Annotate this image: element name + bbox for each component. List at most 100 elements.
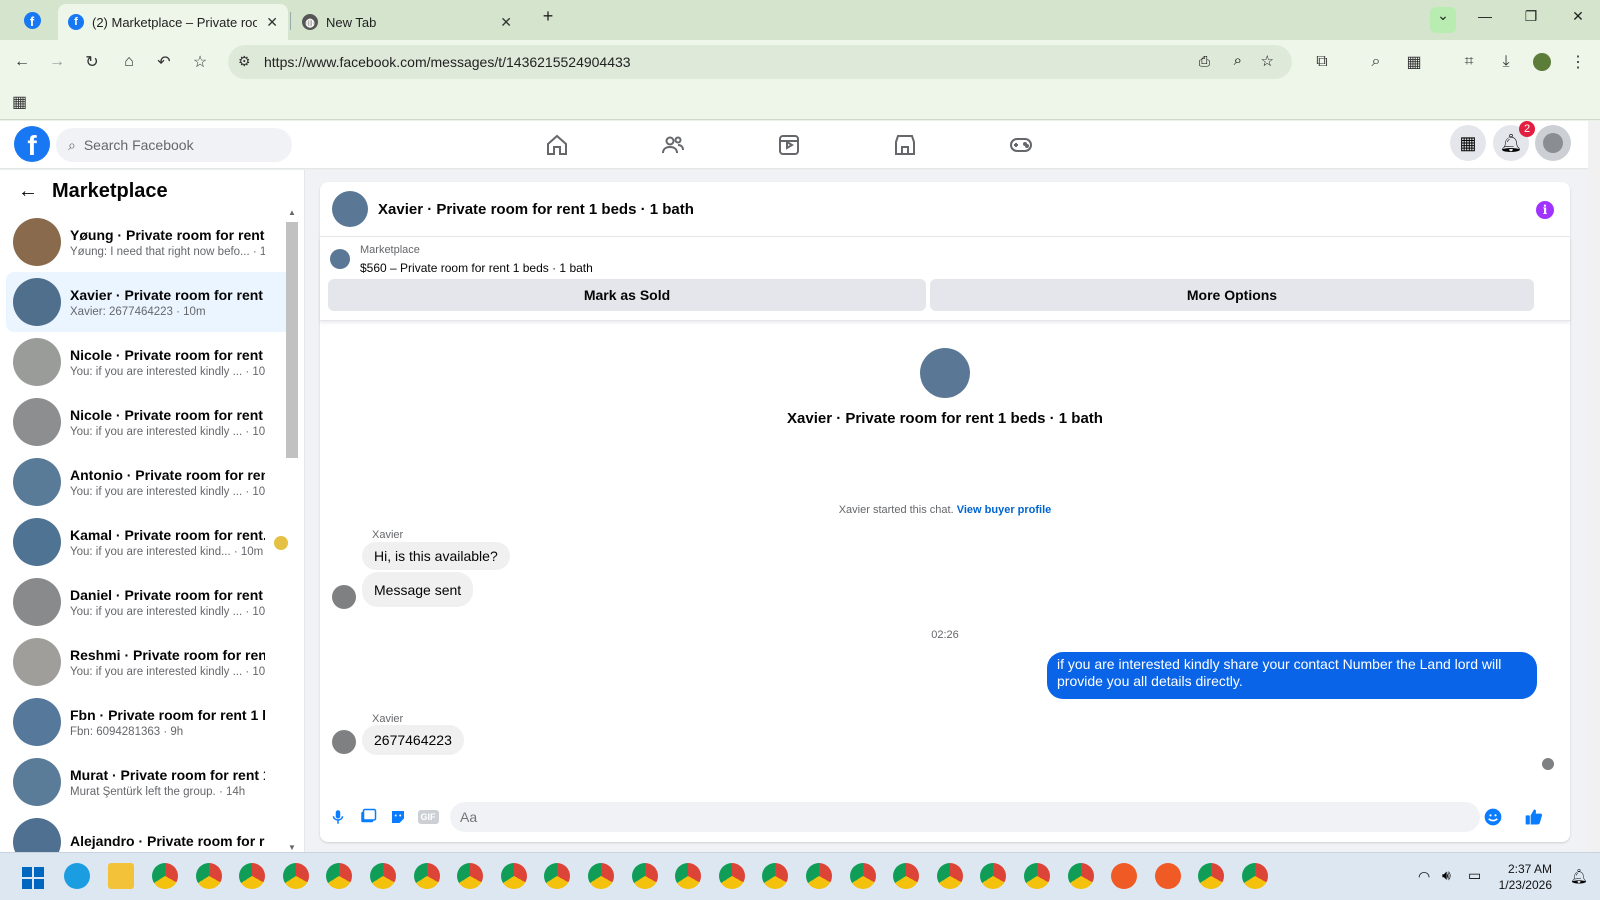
view-buyer-profile-link[interactable]: View buyer profile (957, 504, 1052, 516)
chrome-icon[interactable] (457, 863, 484, 889)
conversation-item[interactable]: Nicole · Private room for rent 1 ... You:… (6, 332, 296, 392)
avatar[interactable] (332, 730, 356, 754)
scroll-up-icon[interactable]: ▲ (288, 208, 296, 217)
my-message-bubble[interactable]: if you are interested kindly share your … (1047, 652, 1537, 699)
restore-button[interactable]: ❐ (1519, 8, 1543, 25)
avatar[interactable] (920, 348, 970, 398)
chrome-icon[interactable] (152, 863, 178, 889)
chrome-icon[interactable] (413, 863, 440, 889)
chrome-icon[interactable] (1024, 863, 1050, 889)
chrome-icon[interactable] (500, 863, 527, 889)
reload-icon[interactable]: ↻ (80, 50, 104, 74)
conversation-item[interactable]: Antonio · Private room for rent ... You: … (6, 452, 296, 512)
crop-icon[interactable]: ⌗ (1457, 50, 1481, 74)
file-explorer-icon[interactable] (108, 863, 134, 889)
chrome-icon[interactable] (980, 863, 1007, 889)
close-window-button[interactable]: ✕ (1566, 8, 1590, 25)
chrome-icon[interactable] (936, 863, 963, 889)
conversation-item[interactable]: Alejandro · Private room for ren... (6, 812, 296, 852)
chrome-icon[interactable] (675, 863, 702, 889)
message-bubble[interactable]: 2677464223 (362, 725, 464, 755)
tab-new-tab[interactable]: ◍ New Tab ✕ (292, 4, 522, 40)
friends-nav-icon[interactable] (661, 133, 687, 157)
message-bubble[interactable]: Hi, is this available? (362, 542, 510, 570)
home-icon[interactable]: ⌂ (117, 50, 141, 74)
chrome-icon[interactable] (806, 863, 832, 889)
edge-icon[interactable] (64, 863, 90, 889)
back-arrow-icon[interactable]: ← (18, 180, 38, 203)
avatar[interactable] (332, 191, 368, 227)
back-icon[interactable]: ← (10, 50, 34, 74)
gif-icon[interactable]: GIF (417, 807, 439, 827)
message-input[interactable] (450, 802, 1480, 832)
avatar[interactable] (332, 585, 356, 609)
close-tab-icon[interactable]: ✕ (266, 14, 278, 31)
conversation-item[interactable]: Reshmi · Private room for rent 1... You: … (6, 632, 296, 692)
page-scrollbar[interactable] (1588, 121, 1600, 852)
chrome-icon[interactable] (588, 863, 614, 889)
new-tab-button[interactable]: + (536, 6, 560, 27)
chrome-icon[interactable] (282, 863, 309, 889)
chrome-icon[interactable] (1242, 863, 1268, 889)
brave-icon[interactable] (1154, 863, 1181, 889)
listing-price[interactable]: $560 – Private room for rent 1 beds · 1 … (360, 261, 593, 275)
gaming-nav-icon[interactable] (1009, 133, 1035, 157)
search-facebook-input[interactable]: ⌕ Search Facebook (56, 128, 292, 162)
chrome-icon[interactable] (718, 863, 745, 889)
minimize-button[interactable]: — (1473, 8, 1497, 24)
site-info-icon[interactable]: ⚙ (238, 53, 251, 70)
listing-thumbnail[interactable] (330, 249, 350, 269)
chrome-icon[interactable] (370, 863, 396, 889)
photo-icon[interactable] (358, 807, 378, 827)
undo-icon[interactable]: ↶ (152, 50, 176, 74)
zoom-icon[interactable]: ⌕ (1234, 52, 1242, 69)
download-icon[interactable]: ⤓ (1494, 50, 1518, 74)
chrome-icon[interactable] (1198, 863, 1225, 889)
chrome-icon[interactable] (326, 863, 353, 889)
chrome-icon[interactable] (631, 863, 658, 889)
microphone-icon[interactable] (328, 807, 348, 827)
windows-start-icon[interactable] (22, 867, 44, 889)
conversation-item[interactable]: Nicole · Private room for rent 1 ... You:… (6, 392, 296, 452)
volume-icon[interactable]: 🔊︎ (1442, 867, 1451, 884)
mark-as-sold-button[interactable]: Mark as Sold (328, 279, 926, 311)
brave-icon[interactable] (1111, 863, 1138, 889)
notifications-button[interactable]: 🔔︎ 2 (1493, 121, 1535, 161)
info-icon[interactable]: i (1536, 201, 1554, 219)
video-nav-icon[interactable] (777, 133, 803, 157)
qr-code-icon[interactable]: ▦ (1402, 50, 1426, 74)
tab-marketplace[interactable]: f (2) Marketplace – Private room ✕ (58, 4, 288, 40)
bookmark-star-icon[interactable]: ☆ (188, 50, 212, 74)
wifi-icon[interactable]: ◠ (1418, 868, 1430, 885)
scroll-down-icon[interactable]: ▼ (288, 843, 296, 852)
chrome-icon[interactable] (544, 863, 571, 889)
more-options-button[interactable]: More Options (930, 279, 1534, 311)
conversation-item[interactable]: Kamal · Private room for rent... You: if … (6, 512, 296, 572)
sticker-icon[interactable] (388, 807, 408, 827)
chrome-icon[interactable] (1067, 863, 1094, 889)
system-clock[interactable]: 2:37 AM 1/23/2026 (1499, 861, 1552, 893)
tab-search-button[interactable]: ⌄ (1430, 7, 1456, 33)
home-nav-icon[interactable] (545, 133, 571, 157)
apps-grid-icon[interactable]: ▦ (12, 92, 27, 112)
chrome-icon[interactable] (195, 863, 222, 889)
conversation-scrollbar[interactable]: ▲ ▼ (286, 208, 298, 852)
thumbs-up-icon[interactable] (1524, 807, 1544, 827)
conversation-item[interactable]: Fbn · Private room for rent 1 be... Fbn: … (6, 692, 296, 752)
conversation-item[interactable]: Murat · Private room for rent 1 ... Murat… (6, 752, 296, 812)
chrome-icon[interactable] (849, 863, 876, 889)
menu-grid-button[interactable]: ▦ (1450, 125, 1486, 161)
conversation-item[interactable]: Daniel · Private room for rent 1 ... You:… (6, 572, 296, 632)
conversation-item[interactable]: Yøung · Private room for rent 1 ... Yøung… (6, 212, 296, 272)
emoji-icon[interactable] (1483, 807, 1503, 827)
chrome-icon[interactable] (239, 863, 266, 889)
install-app-icon[interactable]: ⎙ (1199, 53, 1210, 70)
conversation-item[interactable]: Xavier · Private room for rent 1 ... Xavi… (6, 272, 296, 332)
extensions-icon[interactable]: ⧉ (1310, 50, 1334, 74)
profile-icon[interactable] (1530, 50, 1554, 74)
search-icon[interactable]: ⌕ (1364, 50, 1388, 74)
bookmark-icon[interactable]: ☆ (1261, 52, 1274, 70)
message-bubble[interactable]: Message sent (362, 572, 474, 607)
marketplace-nav-icon[interactable] (893, 133, 919, 157)
facebook-pinned-tab[interactable]: f (20, 8, 44, 32)
